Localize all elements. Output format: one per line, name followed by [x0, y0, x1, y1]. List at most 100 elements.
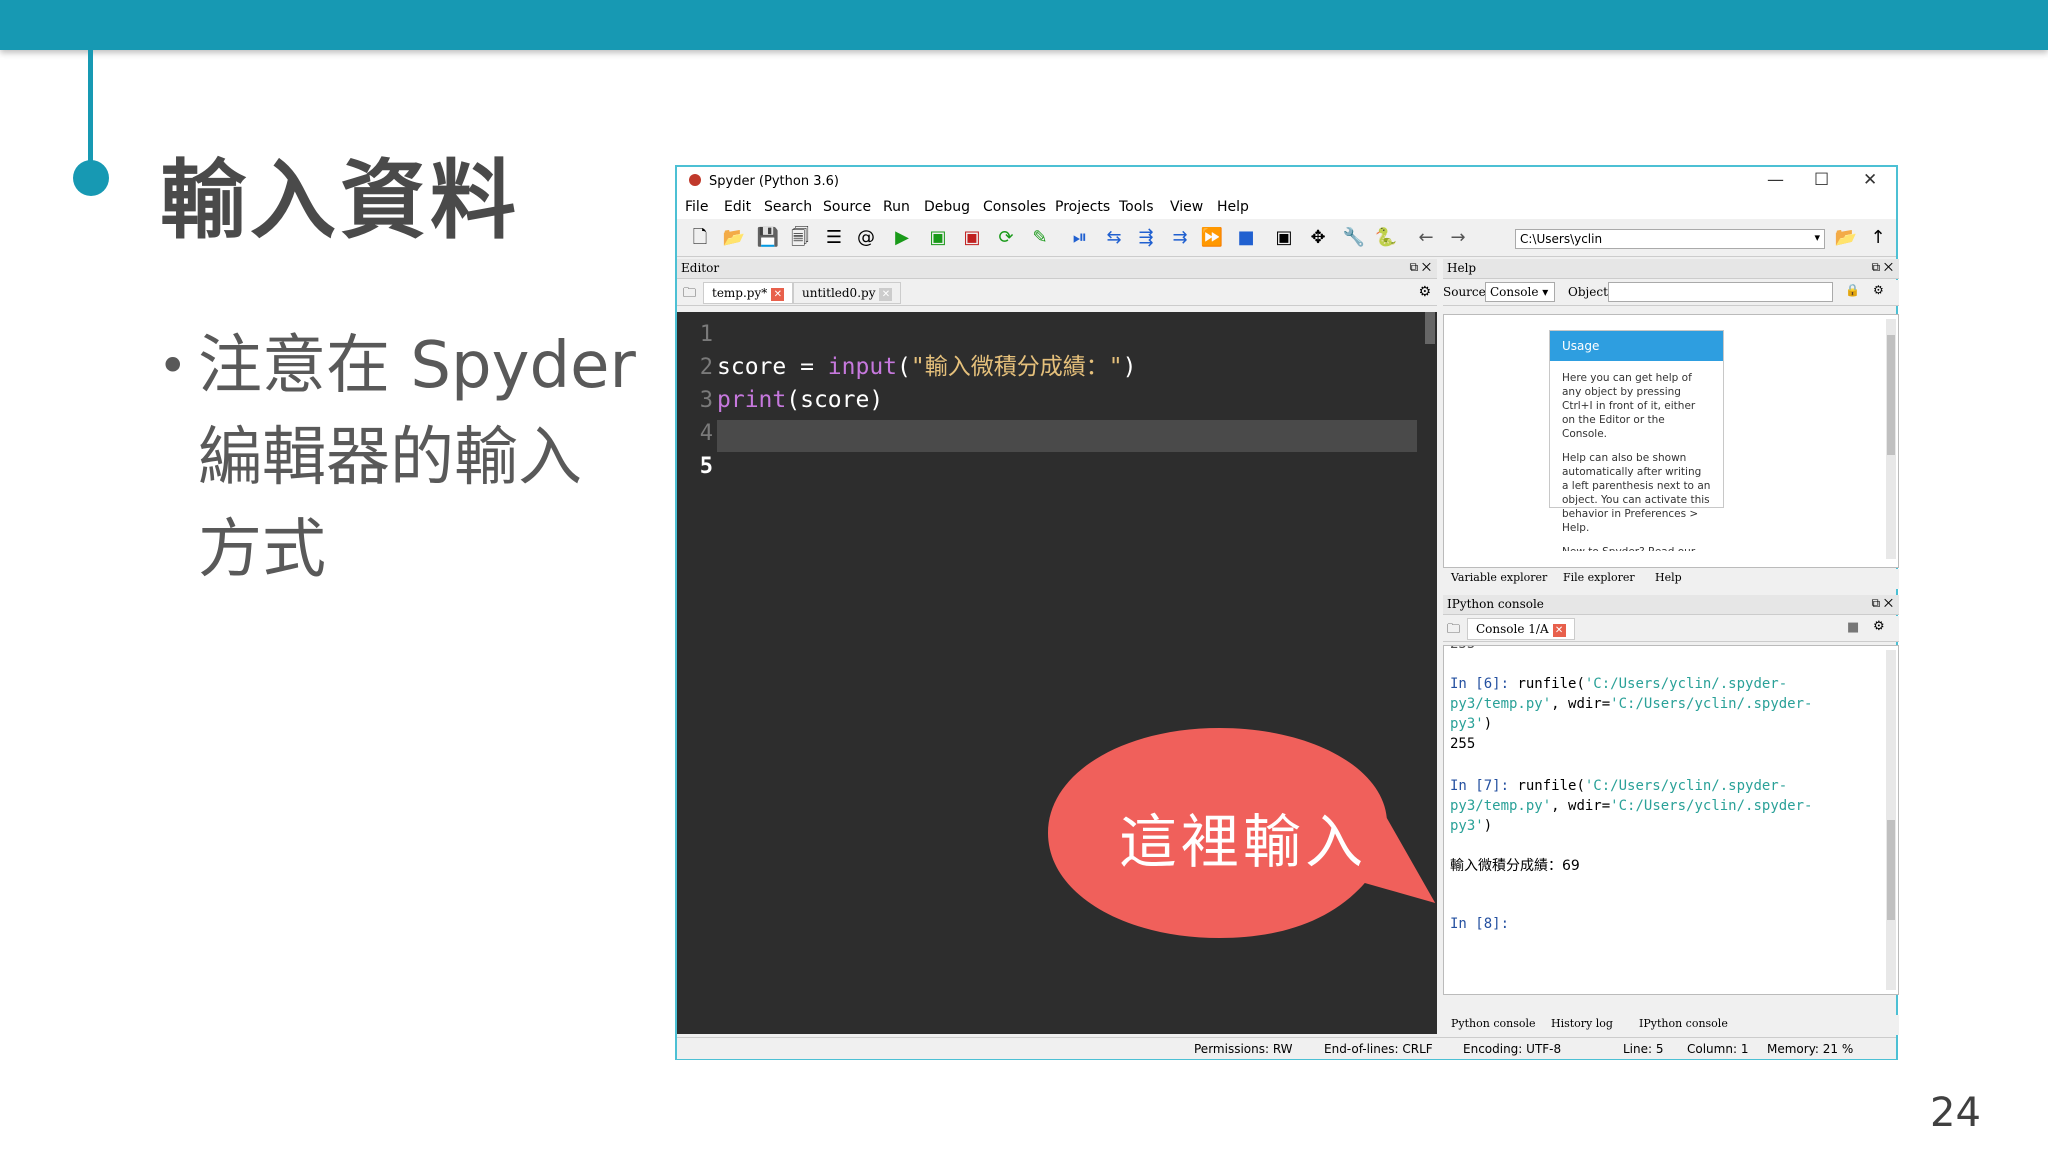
current-line-highlight — [717, 420, 1417, 452]
close-tab-icon[interactable]: ✕ — [771, 288, 785, 301]
code-token: score — [717, 354, 787, 380]
help-scrollbar[interactable] — [1886, 319, 1896, 559]
menu-projects[interactable]: Projects — [1055, 199, 1110, 215]
source-select[interactable]: Console ▾ — [1485, 282, 1555, 302]
browse-tabs-icon[interactable]: 🗀 — [683, 284, 696, 306]
debug-icon[interactable]: ⏯ — [1069, 227, 1091, 249]
console-prompt: In [6]: — [1450, 676, 1510, 692]
rerun-icon[interactable]: ⟳ — [995, 227, 1017, 249]
chevron-down-icon[interactable]: ▾ — [1814, 231, 1820, 244]
top-banner — [0, 0, 2048, 50]
browse-folder-icon[interactable]: 📂 — [1835, 227, 1857, 249]
lock-icon[interactable]: 🔒 — [1845, 283, 1860, 297]
editor-pane-title: Editor — [681, 261, 720, 275]
menu-help[interactable]: Help — [1217, 199, 1249, 215]
menu-source[interactable]: Source — [823, 199, 871, 215]
tab-untitled0-py[interactable]: untitled0.py ✕ — [793, 282, 902, 304]
tab-history-log[interactable]: History log — [1551, 1017, 1613, 1030]
new-file-icon[interactable]: 🗋 — [689, 227, 711, 249]
close-tab-icon[interactable]: ✕ — [879, 288, 893, 301]
gear-icon[interactable]: ⚙ — [1418, 284, 1431, 300]
tab-variable-explorer[interactable]: Variable explorer — [1451, 571, 1547, 584]
code-line-3: print(score) — [717, 384, 883, 417]
pane-controls-icon[interactable]: ⧉ ✕ — [1409, 260, 1431, 275]
status-column: Column: 1 — [1687, 1042, 1749, 1056]
step-return-icon[interactable]: ⇉ — [1169, 227, 1191, 249]
menu-debug[interactable]: Debug — [924, 199, 970, 215]
run-icon[interactable]: ▶ — [891, 227, 913, 249]
parent-dir-icon[interactable]: ↑ — [1867, 227, 1889, 249]
run-cell-advance-icon[interactable]: ▣ — [961, 227, 983, 249]
back-arrow-icon[interactable]: ← — [1415, 227, 1437, 249]
usage-paragraph: Here you can get help of any object by p… — [1562, 372, 1696, 440]
menu-run[interactable]: Run — [883, 199, 910, 215]
browse-tabs-icon[interactable]: 🗀 — [1447, 620, 1460, 642]
console-token: py3' — [1450, 716, 1484, 732]
console-line: py3/temp.py', wdir='C:/Users/yclin/.spyd… — [1450, 694, 1812, 714]
menu-consoles[interactable]: Consoles — [983, 199, 1046, 215]
slide-title: 輸入資料 — [160, 151, 520, 251]
fullscreen-icon[interactable]: ✥ — [1307, 227, 1329, 249]
ipython-console[interactable]: 255 In [6]: runfile('C:/Users/yclin/.spy… — [1443, 645, 1899, 995]
close-tab-icon[interactable]: ✕ — [1552, 624, 1566, 637]
preferences-icon[interactable]: 🔧 — [1343, 227, 1365, 249]
console-token: runfile( — [1509, 676, 1585, 692]
usage-card: Usage Here you can get help of any objec… — [1549, 330, 1724, 551]
save-icon[interactable]: 💾 — [757, 227, 779, 249]
menu-tools[interactable]: Tools — [1119, 199, 1154, 215]
console-scrollbar[interactable] — [1886, 650, 1896, 990]
window-titlebar: Spyder (Python 3.6) — ☐ ✕ — [677, 167, 1896, 195]
working-directory-input[interactable]: C:\Users\yclin ▾ — [1515, 229, 1825, 249]
at-icon[interactable]: @ — [855, 227, 877, 249]
outline-icon[interactable]: ☰ — [823, 227, 845, 249]
maximize-pane-icon[interactable]: ▣ — [1273, 227, 1295, 249]
stop-icon[interactable]: ■ — [1847, 620, 1859, 635]
continue-icon[interactable]: ⏩ — [1201, 227, 1223, 249]
menu-search[interactable]: Search — [764, 199, 812, 215]
code-token: "輸入微積分成績：" — [910, 354, 1123, 380]
help-pane-title: Help — [1447, 261, 1477, 275]
tab-python-console[interactable]: Python console — [1451, 1017, 1536, 1030]
console-token: py3' — [1450, 818, 1484, 834]
minimize-button[interactable]: — — [1767, 170, 1784, 190]
console-pane-title: IPython console — [1447, 597, 1544, 611]
console-token: ) — [1483, 818, 1493, 834]
code-token: print — [717, 387, 787, 413]
maximize-button[interactable]: ☐ — [1814, 170, 1829, 190]
pane-controls-icon[interactable]: ⧉ ✕ — [1871, 260, 1893, 275]
usage-title: Usage — [1550, 331, 1723, 361]
status-bar: Permissions: RW End-of-lines: CRLF Encod… — [677, 1037, 1896, 1059]
tab-help[interactable]: Help — [1655, 571, 1682, 584]
stop-debug-icon[interactable]: ■ — [1235, 227, 1257, 249]
pane-controls-icon[interactable]: ⧉ ✕ — [1871, 596, 1893, 611]
menu-edit[interactable]: Edit — [724, 199, 751, 215]
step-icon[interactable]: ⇆ — [1103, 227, 1125, 249]
open-file-icon[interactable]: 📂 — [723, 227, 745, 249]
code-token: ) — [1122, 354, 1137, 380]
tab-ipython-console[interactable]: IPython console — [1639, 1017, 1728, 1030]
tab-label: Console 1/A — [1476, 622, 1549, 636]
tab-temp-py[interactable]: temp.py* ✕ — [703, 282, 794, 304]
console-token: py3/temp.py' — [1450, 798, 1552, 814]
gear-icon[interactable]: ⚙ — [1873, 283, 1884, 297]
object-input[interactable] — [1608, 282, 1833, 302]
close-button[interactable]: ✕ — [1863, 170, 1877, 190]
menu-bar: File Edit Search Source Run Debug Consol… — [677, 195, 1896, 219]
editor-scrollbar[interactable] — [1425, 312, 1435, 344]
forward-arrow-icon[interactable]: → — [1447, 227, 1469, 249]
menu-view[interactable]: View — [1170, 199, 1203, 215]
run-cell-icon[interactable]: ▣ — [927, 227, 949, 249]
save-all-icon[interactable]: 🗐 — [789, 227, 811, 249]
tab-console-1a[interactable]: Console 1/A ✕ — [1467, 618, 1575, 640]
tab-file-explorer[interactable]: File explorer — [1563, 571, 1635, 584]
console-token: runfile( — [1509, 778, 1585, 794]
gear-icon[interactable]: ⚙ — [1873, 619, 1885, 634]
console-tab-row: 🗀 Console 1/A ✕ ■ ⚙ — [1443, 616, 1899, 642]
bullet-point: • 注意在 Spyder 編輯器的輸入 方式 — [158, 320, 658, 596]
status-permissions: Permissions: RW — [1194, 1042, 1293, 1056]
python-path-icon[interactable]: 🐍 — [1375, 227, 1397, 249]
step-into-icon[interactable]: ⇶ — [1135, 227, 1157, 249]
run-config-icon[interactable]: ✎ — [1029, 227, 1051, 249]
menu-file[interactable]: File — [685, 199, 708, 215]
console-bottom-tabs: Python console History log IPython conso… — [1443, 1015, 1899, 1035]
